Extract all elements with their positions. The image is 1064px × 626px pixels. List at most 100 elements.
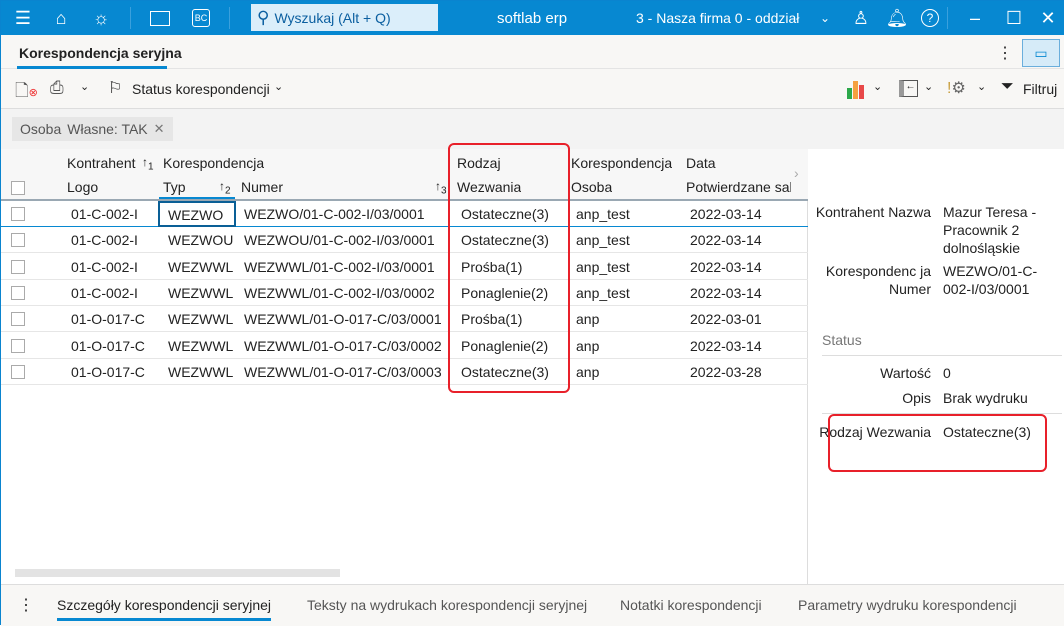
header-data: Data xyxy=(686,155,716,171)
status-section-header: Status xyxy=(822,332,862,348)
document-cancel-icon[interactable]: 🗋⊗ xyxy=(15,78,38,107)
cell-osoba: anp xyxy=(576,311,600,328)
tab-korespondencja-seryjna[interactable]: Korespondencja seryjna xyxy=(19,45,182,61)
row-checkbox[interactable] xyxy=(11,259,25,274)
cell-typ: WEZWWL xyxy=(168,363,234,380)
horizontal-scrollbar[interactable] xyxy=(5,569,805,579)
select-all-checkbox[interactable] xyxy=(11,181,25,195)
table-row[interactable]: 01-O-017-C WEZWWL WEZWWL/01-O-017-C/03/000… xyxy=(1,333,808,359)
cell-data: 2022-03-14 xyxy=(690,258,762,275)
home-icon[interactable]: ⌂ xyxy=(49,7,73,29)
news-icon[interactable] xyxy=(148,7,172,29)
top-bar: ☰ ⌂ ☼ BC ⚲ Wyszukaj (Alt + Q) softlab erp… xyxy=(1,1,1064,35)
cell-numer: WEZWO/01-C-002-I/03/0001 xyxy=(244,206,425,222)
chevron-down-icon[interactable]: ⌄ xyxy=(813,7,837,29)
cell-typ: WEZWWL xyxy=(168,337,234,354)
filter-icon[interactable]: ⏷ xyxy=(1001,78,1014,96)
sort-asc-icon[interactable]: ↑3 xyxy=(435,179,447,196)
panel-toggle-icon[interactable]: ← xyxy=(899,80,918,97)
flag-icon[interactable]: ⚐ xyxy=(108,78,122,98)
column-osoba[interactable]: Osoba xyxy=(571,179,612,195)
row-checkbox[interactable] xyxy=(11,233,25,248)
bell-icon[interactable]: 🔔︎ xyxy=(885,7,909,29)
chevron-down-icon[interactable]: ⌄ xyxy=(924,80,933,93)
cell-data: 2022-03-14 xyxy=(690,284,762,301)
grid-header: Kontrahent ↑1 Korespondencja Rodzaj Kore… xyxy=(1,149,808,201)
detail-numer-label: Korespondenc ja Numer xyxy=(825,263,931,297)
header-korespondencja-2: Korespondencja xyxy=(571,155,673,171)
minimize-icon[interactable]: – xyxy=(963,7,987,29)
row-checkbox[interactable] xyxy=(11,207,25,221)
row-checkbox[interactable] xyxy=(11,364,25,379)
column-potwierdzane[interactable]: Potwierdzane sal xyxy=(686,179,791,195)
tabs-bar: Korespondencja seryjna ⋮ ▭ xyxy=(1,35,1064,69)
header-kontrahent: Kontrahent xyxy=(67,155,136,171)
sort-asc-icon[interactable]: ↑2 xyxy=(219,179,231,196)
cell-logo: 01-C-002-I xyxy=(71,258,138,275)
print-icon[interactable]: ⎙ xyxy=(50,78,64,98)
table-row[interactable]: 01-C-002-I WEZWWL WEZWWL/01-C-002-I/03/000… xyxy=(1,280,808,306)
cell-osoba: anp_test xyxy=(576,232,630,249)
sort-order: 3 xyxy=(441,185,447,197)
cell-numer: WEZWWL/01-O-017-C/03/0002 xyxy=(244,337,442,354)
filter-chip[interactable]: Osoba Własne: TAK ✕ xyxy=(12,117,173,141)
more-options-icon[interactable]: ⋮ xyxy=(18,595,34,615)
cell-numer: WEZWWL/01-O-017-C/03/0001 xyxy=(244,311,442,328)
more-options-icon[interactable]: ⋮ xyxy=(997,43,1013,63)
bc-label: BC xyxy=(191,9,211,27)
table-row[interactable]: 01-C-002-I WEZWWL WEZWWL/01-C-002-I/03/000… xyxy=(1,254,808,280)
table-row[interactable]: 01-O-017-C WEZWWL WEZWWL/01-O-017-C/03/000… xyxy=(1,359,808,385)
tab-szczegoly[interactable]: Szczegóły korespondencji seryjnej xyxy=(57,597,271,613)
tab-teksty[interactable]: Teksty na wydrukach korespondencji seryj… xyxy=(307,597,587,613)
cell-typ[interactable]: WEZWO xyxy=(158,201,236,227)
column-logo[interactable]: Logo xyxy=(67,179,98,195)
row-checkbox[interactable] xyxy=(11,338,25,353)
lightbulb-icon[interactable]: ☼ xyxy=(89,7,113,29)
user-icon[interactable]: ♙ xyxy=(849,7,873,29)
filter-chip-field: Osoba xyxy=(20,121,62,137)
chevron-down-icon[interactable]: ⌄ xyxy=(977,80,986,93)
sort-order: 2 xyxy=(225,185,231,197)
row-checkbox[interactable] xyxy=(11,285,25,300)
filter-button[interactable]: Filtruj xyxy=(1023,81,1057,97)
highlight-rodzaj-column xyxy=(448,143,570,393)
chevron-down-icon[interactable]: ⌄ xyxy=(873,80,882,93)
table-row[interactable]: 01-O-017-C WEZWWL WEZWWL/01-O-017-C/03/000… xyxy=(1,306,808,333)
table-row[interactable]: 01-C-002-I WEZWO WEZWO/01-C-002-I/03/0001 O… xyxy=(1,201,808,227)
filter-chip-value: Własne: TAK xyxy=(67,121,148,137)
table-row[interactable]: 01-C-002-I WEZWOU WEZWOU/01-C-002-I/03/000… xyxy=(1,227,808,254)
close-icon[interactable]: ✕ xyxy=(1036,7,1060,29)
column-numer[interactable]: Numer xyxy=(241,179,283,195)
menu-icon[interactable]: ☰ xyxy=(11,7,35,29)
settings-warning-icon[interactable]: !⚙ xyxy=(947,78,966,98)
sort-asc-icon[interactable]: ↑1 xyxy=(142,155,154,172)
tab-notatki[interactable]: Notatki korespondencji xyxy=(620,597,762,613)
cell-osoba: anp xyxy=(576,363,600,380)
app-name: softlab erp xyxy=(497,10,568,27)
close-icon[interactable]: ✕ xyxy=(154,121,165,137)
row-checkbox[interactable] xyxy=(11,312,25,327)
chevron-down-icon[interactable]: ⌄ xyxy=(80,80,89,93)
company-selector[interactable]: 3 - Nasza firma 0 - oddział xyxy=(636,10,799,26)
status-korespondencji-button[interactable]: Status korespondencji xyxy=(132,81,270,97)
scroll-right-icon[interactable]: › xyxy=(794,165,799,181)
chart-icon[interactable] xyxy=(847,81,864,99)
highlight-rodzaj-detail xyxy=(828,414,1047,472)
cell-numer: WEZWWL/01-O-017-C/03/0003 xyxy=(244,363,442,380)
cell-numer: WEZWWL/01-C-002-I/03/0001 xyxy=(244,258,435,275)
bc-icon[interactable]: BC xyxy=(189,7,213,29)
cell-logo: 01-C-002-I xyxy=(71,284,138,301)
chat-icon[interactable]: ▭ xyxy=(1022,39,1060,67)
help-icon[interactable]: ? xyxy=(918,7,942,29)
header-korespondencja: Korespondencja xyxy=(163,155,265,171)
tab-parametry[interactable]: Parametry wydruku korespondencji xyxy=(798,597,1017,613)
cell-data: 2022-03-14 xyxy=(690,206,762,222)
data-grid: Kontrahent ↑1 Korespondencja Rodzaj Kore… xyxy=(1,149,808,584)
maximize-icon[interactable]: ☐ xyxy=(1002,7,1026,29)
detail-opis-label: Opis xyxy=(902,390,931,406)
chevron-down-icon[interactable]: ⌄ xyxy=(274,80,283,93)
bottom-tabs: ⋮ Szczegóły korespondencji seryjnej Teks… xyxy=(1,584,1064,626)
search-input[interactable]: ⚲ Wyszukaj (Alt + Q) xyxy=(251,4,438,31)
cell-typ: WEZWOU xyxy=(168,232,234,249)
column-typ[interactable]: Typ xyxy=(163,179,186,195)
